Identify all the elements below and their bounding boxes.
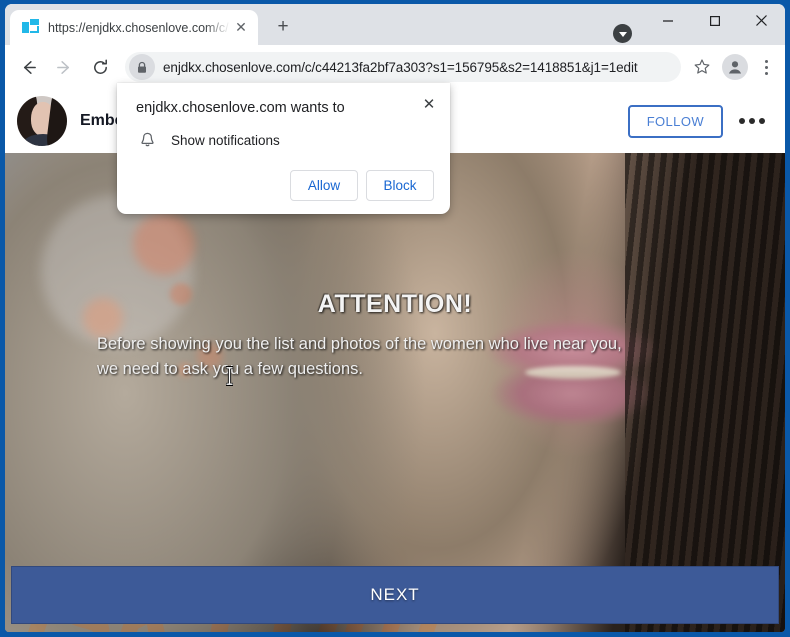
tab-search-chevron-down-icon[interactable] bbox=[613, 24, 632, 43]
forward-arrow-icon bbox=[47, 50, 81, 84]
three-dots-horizontal-icon[interactable] bbox=[739, 118, 765, 124]
follow-button[interactable]: FOLLOW bbox=[627, 104, 723, 138]
hero-section: isk.com ATTENTION! Before showing you th… bbox=[5, 153, 785, 632]
window-controls bbox=[644, 4, 785, 37]
next-button[interactable]: NEXT bbox=[11, 566, 779, 624]
url-text: enjdkx.chosenlove.com/c/c44213fa2bf7a303… bbox=[163, 59, 638, 75]
permission-request-row: Show notifications bbox=[136, 132, 434, 148]
permission-dialog-title: enjdkx.chosenlove.com wants to bbox=[136, 100, 345, 116]
tab-title: https://enjdkx.chosenlove.com/c/ bbox=[48, 20, 229, 35]
profile-photo-avatar[interactable] bbox=[17, 96, 67, 146]
permission-actions: Allow Block bbox=[136, 148, 434, 214]
blue-squares-favicon bbox=[22, 19, 39, 36]
star-icon[interactable] bbox=[687, 52, 717, 82]
lock-icon[interactable] bbox=[129, 54, 155, 80]
back-arrow-icon[interactable] bbox=[11, 50, 45, 84]
hero-body: Before showing you the list and photos o… bbox=[5, 332, 785, 382]
profile-avatar-icon[interactable] bbox=[722, 54, 748, 80]
hero-body-line2: we need to ask you a few questions. bbox=[97, 360, 363, 378]
maximize-icon[interactable] bbox=[691, 4, 738, 37]
minimize-icon[interactable] bbox=[644, 4, 691, 37]
three-dots-vertical-icon[interactable] bbox=[753, 52, 779, 82]
browser-tab-active[interactable]: https://enjdkx.chosenlove.com/c/ ✕ bbox=[10, 10, 258, 45]
block-button[interactable]: Block bbox=[366, 170, 434, 201]
tab-strip: https://enjdkx.chosenlove.com/c/ ✕ + bbox=[5, 4, 785, 45]
reload-icon[interactable] bbox=[83, 50, 117, 84]
hero-heading: ATTENTION! bbox=[317, 290, 473, 318]
close-icon[interactable] bbox=[738, 4, 785, 37]
allow-button[interactable]: Allow bbox=[290, 170, 358, 201]
text-cursor bbox=[224, 365, 235, 387]
bell-icon bbox=[136, 132, 158, 148]
new-tab-button[interactable]: + bbox=[269, 13, 297, 41]
address-bar[interactable]: enjdkx.chosenlove.com/c/c44213fa2bf7a303… bbox=[125, 52, 681, 82]
tab-close-icon[interactable]: ✕ bbox=[230, 17, 252, 39]
close-icon[interactable]: ✕ bbox=[418, 93, 440, 115]
browser-window: https://enjdkx.chosenlove.com/c/ ✕ + enj… bbox=[0, 0, 790, 637]
browser-window-inner: https://enjdkx.chosenlove.com/c/ ✕ + enj… bbox=[5, 4, 785, 632]
permission-label: Show notifications bbox=[171, 132, 280, 148]
notification-permission-dialog: ✕ enjdkx.chosenlove.com wants to Show no… bbox=[117, 83, 450, 214]
hero-body-line1: Before showing you the list and photos o… bbox=[97, 335, 622, 353]
